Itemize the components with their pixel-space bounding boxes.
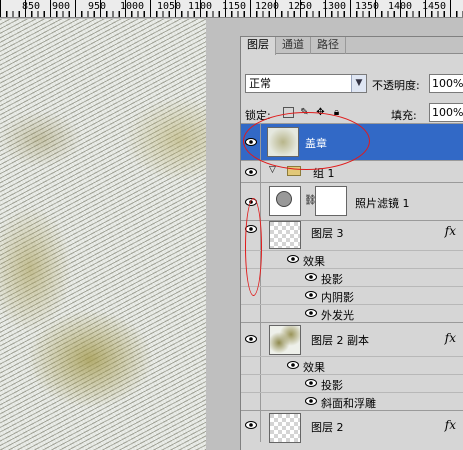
ruler-label: 1300 bbox=[322, 1, 347, 12]
effect-name: 内阴影 bbox=[321, 291, 354, 304]
annotation-circle-visibility bbox=[245, 198, 262, 296]
eye-icon[interactable] bbox=[287, 361, 299, 369]
layer-thumbnail bbox=[269, 413, 301, 443]
visibility-column bbox=[241, 375, 261, 392]
fx-icon[interactable]: fx bbox=[445, 331, 456, 345]
ruler-label: 1400 bbox=[388, 1, 413, 12]
effect-row[interactable]: 投影 bbox=[241, 374, 463, 392]
effects-label: 效果 bbox=[303, 255, 325, 268]
eye-icon[interactable] bbox=[287, 255, 299, 263]
eye-icon[interactable] bbox=[305, 379, 317, 387]
annotation-circle-stamp bbox=[243, 112, 370, 170]
chevron-down-icon[interactable]: ▼ bbox=[351, 75, 366, 92]
visibility-column bbox=[241, 357, 261, 374]
effect-name: 斜面和浮雕 bbox=[321, 397, 376, 410]
layer-row-layer2-copy[interactable]: 图层 2 副本 fx bbox=[241, 322, 463, 356]
ruler-label: 1450 bbox=[422, 1, 447, 12]
eye-icon[interactable] bbox=[305, 291, 317, 299]
ruler-label: 1350 bbox=[355, 1, 380, 12]
eye-icon[interactable] bbox=[245, 421, 257, 429]
ruler-label: 1250 bbox=[288, 1, 313, 12]
layer-name: 图层 2 副本 bbox=[311, 334, 369, 347]
tab-paths[interactable]: 路径 bbox=[311, 37, 346, 54]
fx-icon[interactable]: fx bbox=[445, 224, 456, 238]
opacity-label: 不透明度: bbox=[372, 79, 420, 92]
canvas-pasteboard bbox=[206, 19, 240, 450]
layer-row-layer2[interactable]: 图层 2 fx bbox=[241, 410, 463, 443]
effects-label: 效果 bbox=[303, 361, 325, 374]
photo-filter-icon bbox=[276, 191, 292, 207]
adjustment-thumbnail bbox=[269, 186, 301, 216]
horizontal-ruler: 850 900 950 1000 1050 1100 1150 1200 125… bbox=[0, 0, 463, 18]
ruler-label: 1000 bbox=[120, 1, 145, 12]
tab-layers[interactable]: 图层 bbox=[241, 37, 276, 55]
visibility-column bbox=[241, 161, 261, 182]
visibility-column bbox=[241, 323, 261, 356]
layer-name: 图层 3 bbox=[311, 227, 344, 240]
tab-channels[interactable]: 通道 bbox=[276, 37, 311, 54]
blend-row: 正常 ▼ 不透明度: 100% bbox=[245, 74, 463, 94]
visibility-column bbox=[241, 393, 261, 410]
panel-tabs: 图层 通道 路径 bbox=[241, 37, 463, 55]
blend-mode-select[interactable]: 正常 ▼ bbox=[245, 74, 367, 93]
effect-name: 投影 bbox=[321, 273, 343, 286]
expand-triangle-icon[interactable]: ▽ bbox=[269, 165, 276, 175]
visibility-column bbox=[241, 305, 261, 322]
effect-name: 投影 bbox=[321, 379, 343, 392]
fill-label: 填充: bbox=[391, 109, 417, 122]
eye-icon[interactable] bbox=[305, 273, 317, 281]
eye-icon[interactable] bbox=[245, 335, 257, 343]
effect-row[interactable]: 斜面和浮雕 bbox=[241, 392, 463, 410]
effect-row[interactable]: 投影 bbox=[241, 268, 463, 286]
layer-mask-thumbnail[interactable] bbox=[315, 186, 347, 216]
ruler-label: 1050 bbox=[157, 1, 182, 12]
layer-thumbnail bbox=[269, 221, 301, 249]
eye-icon[interactable] bbox=[305, 397, 317, 405]
fill-field[interactable]: 100% bbox=[429, 103, 463, 122]
layer-row-photo-filter[interactable]: ⛓︎ 照片滤镜 1 bbox=[241, 182, 463, 220]
ruler-label: 900 bbox=[52, 1, 71, 12]
fx-icon[interactable]: fx bbox=[445, 418, 456, 432]
eye-icon[interactable] bbox=[305, 309, 317, 317]
opacity-field[interactable]: 100% bbox=[429, 74, 463, 93]
ruler-label: 850 bbox=[22, 1, 41, 12]
ruler-label: 1100 bbox=[188, 1, 213, 12]
layers-list: 盖章 ▽ 组 1 ⛓︎ 照片滤镜 1 图层 3 fx 效果 投影 内阴影 外发光… bbox=[241, 123, 463, 443]
document-canvas[interactable] bbox=[0, 19, 240, 450]
ruler-label: 1150 bbox=[222, 1, 247, 12]
ruler-label: 950 bbox=[88, 1, 107, 12]
layer-name: 图层 2 bbox=[311, 421, 344, 434]
layer-row-layer3[interactable]: 图层 3 fx bbox=[241, 220, 463, 250]
ruler-label: 1200 bbox=[255, 1, 280, 12]
effects-header[interactable]: 效果 bbox=[241, 250, 463, 268]
layers-panel: 图层 通道 路径 正常 ▼ 不透明度: 100% 锁定: ✎ ✥ 🔒︎ 填充: … bbox=[240, 36, 463, 450]
effect-row[interactable]: 外发光 bbox=[241, 304, 463, 322]
effect-row[interactable]: 内阴影 bbox=[241, 286, 463, 304]
effect-name: 外发光 bbox=[321, 309, 354, 322]
visibility-column bbox=[241, 411, 261, 442]
eye-icon[interactable] bbox=[245, 168, 257, 176]
layer-thumbnail bbox=[269, 325, 301, 355]
blend-mode-value: 正常 bbox=[249, 77, 271, 90]
effects-header[interactable]: 效果 bbox=[241, 356, 463, 374]
layer-name: 照片滤镜 1 bbox=[355, 197, 410, 210]
